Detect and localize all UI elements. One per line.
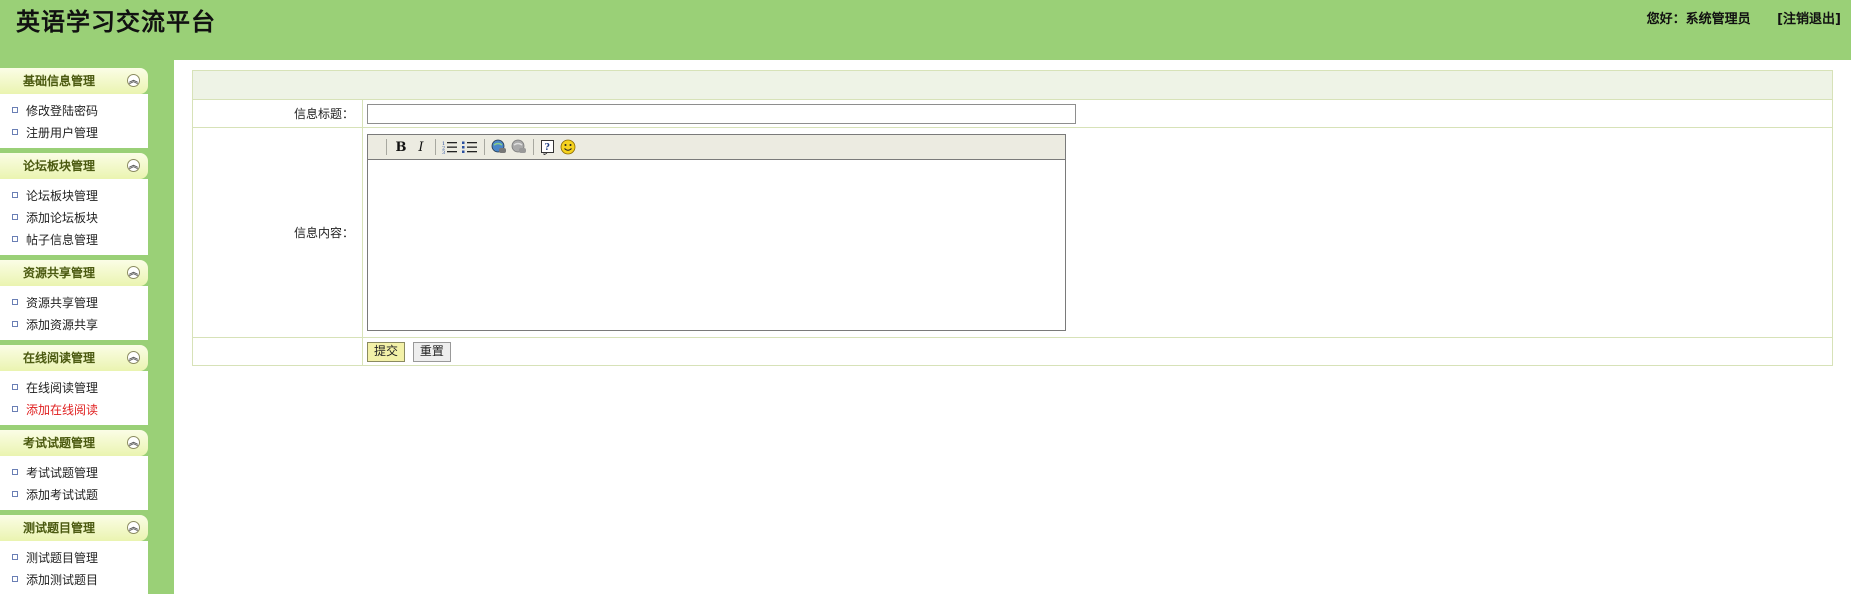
sidebar-item-label: 添加在线阅读 bbox=[26, 403, 99, 417]
sidebar-item-post-management[interactable]: 帖子信息管理 bbox=[0, 229, 148, 251]
user-area: 您好：系统管理员 [注销退出] bbox=[1625, 8, 1841, 27]
bullet-icon bbox=[12, 213, 18, 220]
bullet-icon bbox=[12, 468, 18, 475]
sidebar: 基础信息管理 ︽ 修改登陆密码 注册用户管理 论坛板块管理 ︽ 论坛板块管理 添… bbox=[0, 68, 148, 600]
sidebar-group-title: 基础信息管理 bbox=[22, 74, 95, 88]
help-icon[interactable]: ? bbox=[538, 138, 558, 156]
collapse-icon[interactable]: ︽ bbox=[127, 74, 140, 87]
sidebar-item-label: 修改登陆密码 bbox=[26, 104, 99, 118]
sidebar-group-resources: 资源共享管理 ︽ 资源共享管理 添加资源共享 bbox=[0, 260, 148, 340]
sidebar-group-title: 在线阅读管理 bbox=[22, 351, 95, 365]
sidebar-item-change-password[interactable]: 修改登陆密码 bbox=[0, 100, 148, 122]
sidebar-item-label: 添加资源共享 bbox=[26, 318, 99, 332]
submit-button[interactable]: 提交 bbox=[367, 341, 406, 362]
italic-icon[interactable]: I bbox=[411, 138, 431, 156]
sidebar-item-label: 添加论坛板块 bbox=[26, 211, 99, 225]
toolbar-separator bbox=[484, 139, 485, 155]
main-content: 信息标题： 信息内容： B I 123 ? 提交 重置 bbox=[192, 70, 1833, 366]
sidebar-item-label: 帖子信息管理 bbox=[26, 233, 99, 247]
bullet-icon bbox=[12, 553, 18, 560]
sidebar-group-header[interactable]: 论坛板块管理 ︽ bbox=[0, 153, 148, 179]
rich-text-editor: B I 123 ? bbox=[367, 134, 1066, 331]
sidebar-item-add-forum[interactable]: 添加论坛板块 bbox=[0, 207, 148, 229]
collapse-icon[interactable]: ︽ bbox=[127, 159, 140, 172]
title-input[interactable] bbox=[367, 103, 1076, 124]
bullet-icon bbox=[12, 106, 18, 113]
sidebar-item-exam-management[interactable]: 考试试题管理 bbox=[0, 462, 148, 484]
sidebar-item-resource-management[interactable]: 资源共享管理 bbox=[0, 292, 148, 314]
reset-button[interactable]: 重置 bbox=[412, 341, 451, 362]
bullet-icon bbox=[12, 405, 18, 412]
greeting-text: 您好：系统管理员 bbox=[1646, 12, 1751, 27]
title-label: 信息标题： bbox=[192, 99, 363, 128]
sidebar-group-header[interactable]: 在线阅读管理 ︽ bbox=[0, 345, 148, 371]
editor-toolbar: B I 123 ? bbox=[368, 135, 1065, 160]
content-field-cell: B I 123 ? bbox=[362, 127, 1833, 338]
sidebar-item-label: 论坛板块管理 bbox=[26, 189, 99, 203]
app-title: 英语学习交流平台 bbox=[16, 8, 216, 36]
sidebar-item-label: 添加考试试题 bbox=[26, 488, 99, 502]
sidebar-item-label: 资源共享管理 bbox=[26, 296, 99, 310]
collapse-icon[interactable]: ︽ bbox=[127, 521, 140, 534]
sidebar-item-test-management[interactable]: 测试题目管理 bbox=[0, 547, 148, 569]
header-bar: 英语学习交流平台 您好：系统管理员 [注销退出] bbox=[0, 0, 1851, 60]
sidebar-item-label: 考试试题管理 bbox=[26, 466, 99, 480]
sidebar-group-exam: 考试试题管理 ︽ 考试试题管理 添加考试试题 bbox=[0, 430, 148, 510]
editor-content-area[interactable] bbox=[368, 160, 1065, 330]
bullet-icon bbox=[12, 298, 18, 305]
collapse-icon[interactable]: ︽ bbox=[127, 436, 140, 449]
sidebar-group-reading: 在线阅读管理 ︽ 在线阅读管理 添加在线阅读 bbox=[0, 345, 148, 425]
sidebar-group-title: 考试试题管理 bbox=[22, 436, 95, 450]
sidebar-item-forum-management[interactable]: 论坛板块管理 bbox=[0, 185, 148, 207]
sidebar-group-title: 论坛板块管理 bbox=[22, 159, 95, 173]
bullet-icon bbox=[12, 383, 18, 390]
sidebar-item-reading-management[interactable]: 在线阅读管理 bbox=[0, 377, 148, 399]
bullet-icon bbox=[12, 490, 18, 497]
bullet-icon bbox=[12, 320, 18, 327]
sidebar-group-title: 资源共享管理 bbox=[22, 266, 95, 280]
bullet-icon bbox=[12, 128, 18, 135]
logout-link[interactable]: [注销退出] bbox=[1777, 12, 1841, 27]
svg-text:3: 3 bbox=[442, 150, 445, 154]
sidebar-group-title: 测试题目管理 bbox=[22, 521, 95, 535]
toolbar-separator bbox=[435, 139, 436, 155]
svg-text:?: ? bbox=[545, 143, 550, 153]
buttons-label-cell bbox=[192, 337, 363, 366]
sidebar-item-add-test[interactable]: 添加测试题目 bbox=[0, 569, 148, 591]
link-icon[interactable] bbox=[489, 138, 509, 156]
sidebar-group-header[interactable]: 测试题目管理 ︽ bbox=[0, 515, 148, 541]
sidebar-group-header[interactable]: 资源共享管理 ︽ bbox=[0, 260, 148, 286]
bold-icon[interactable]: B bbox=[391, 138, 411, 156]
buttons-cell: 提交 重置 bbox=[362, 337, 1833, 366]
sidebar-item-label: 添加测试题目 bbox=[26, 573, 99, 587]
ordered-list-icon[interactable]: 123 bbox=[440, 138, 460, 156]
sidebar-item-label: 测试题目管理 bbox=[26, 551, 99, 565]
sidebar-item-user-management[interactable]: 注册用户管理 bbox=[0, 122, 148, 144]
info-form: 信息标题： 信息内容： B I 123 ? 提交 重置 bbox=[192, 70, 1833, 366]
unordered-list-icon[interactable] bbox=[460, 138, 480, 156]
sidebar-group-forum: 论坛板块管理 ︽ 论坛板块管理 添加论坛板块 帖子信息管理 bbox=[0, 153, 148, 255]
sidebar-group-basic: 基础信息管理 ︽ 修改登陆密码 注册用户管理 bbox=[0, 68, 148, 148]
content-label: 信息内容： bbox=[192, 127, 363, 338]
toolbar-separator bbox=[533, 139, 534, 155]
bullet-icon bbox=[12, 191, 18, 198]
form-title-bar bbox=[192, 70, 1833, 100]
sidebar-item-add-exam[interactable]: 添加考试试题 bbox=[0, 484, 148, 506]
smiley-icon[interactable] bbox=[558, 138, 578, 156]
sidebar-group-header[interactable]: 基础信息管理 ︽ bbox=[0, 68, 148, 94]
sidebar-group-test: 测试题目管理 ︽ 测试题目管理 添加测试题目 bbox=[0, 515, 148, 595]
sidebar-item-add-reading[interactable]: 添加在线阅读 bbox=[0, 399, 148, 421]
sidebar-item-add-resource[interactable]: 添加资源共享 bbox=[0, 314, 148, 336]
title-field-cell bbox=[362, 99, 1833, 128]
unlink-icon[interactable] bbox=[509, 138, 529, 156]
collapse-icon[interactable]: ︽ bbox=[127, 351, 140, 364]
bullet-icon bbox=[12, 575, 18, 582]
toolbar-separator bbox=[386, 139, 387, 155]
sidebar-item-label: 注册用户管理 bbox=[26, 126, 99, 140]
collapse-icon[interactable]: ︽ bbox=[127, 266, 140, 279]
sidebar-group-header[interactable]: 考试试题管理 ︽ bbox=[0, 430, 148, 456]
bullet-icon bbox=[12, 235, 18, 242]
sidebar-item-label: 在线阅读管理 bbox=[26, 381, 99, 395]
